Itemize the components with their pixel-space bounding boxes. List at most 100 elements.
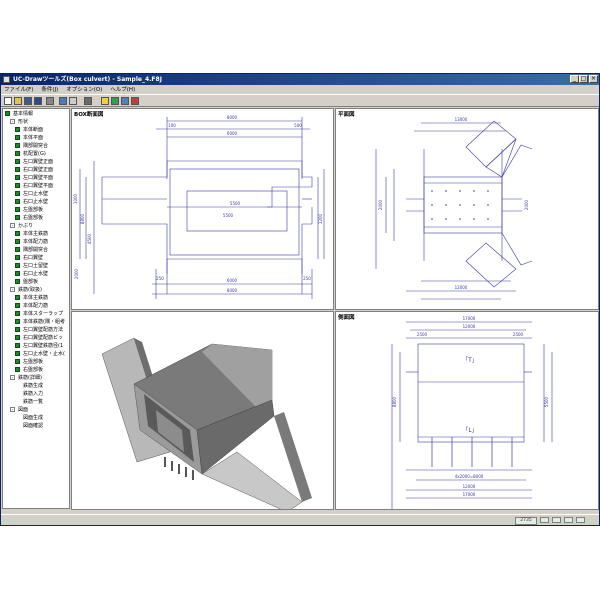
check-icon bbox=[15, 263, 20, 268]
check-icon bbox=[15, 319, 20, 324]
expand-icon[interactable]: - bbox=[10, 223, 15, 228]
status-bar: 2735 bbox=[1, 514, 599, 525]
tree-item-label: 鉄筋一覧 bbox=[23, 399, 44, 405]
tree-item-label: 右口翼壁正面 bbox=[23, 167, 54, 173]
close-button[interactable]: × bbox=[589, 75, 598, 83]
save-icon[interactable] bbox=[24, 97, 32, 105]
grid-icon[interactable] bbox=[69, 97, 77, 105]
check-icon bbox=[15, 359, 20, 364]
window-title: UC-Drawツールズ(Box culvert) - Sample_4.F8J bbox=[13, 76, 162, 83]
new-file-icon[interactable] bbox=[4, 97, 12, 105]
open-file-icon[interactable] bbox=[14, 97, 22, 105]
toolbar bbox=[1, 94, 599, 107]
tree-item-label: 右口翼壁平面 bbox=[23, 183, 54, 189]
side-view-pane[interactable]: 側面図 17000 12000 2500 2500 8800 5500 「T」 … bbox=[335, 311, 599, 510]
dim-side-a: 1000 bbox=[73, 193, 78, 204]
check-icon bbox=[15, 255, 20, 260]
tree-item-label: 左口翼壁配筋方法 bbox=[23, 327, 64, 333]
expand-icon[interactable]: - bbox=[10, 287, 15, 292]
3d-view-pane[interactable] bbox=[71, 311, 334, 510]
check-icon bbox=[15, 167, 20, 172]
side-drawing: 17000 12000 2500 2500 8800 5500 「T」 「L」 … bbox=[391, 316, 553, 509]
minimize-button[interactable]: _ bbox=[570, 75, 579, 83]
plan-view-pane[interactable]: 平面図 13000 2000 2000 12000 bbox=[335, 108, 599, 310]
tree-item-label: 左口翼壁正面 bbox=[23, 159, 54, 165]
tree-item-label: 左口止水壁 bbox=[23, 191, 49, 197]
tree-item-label: 盤部板 bbox=[23, 279, 39, 285]
dim-top-a: 100 bbox=[168, 123, 176, 128]
expand-icon[interactable]: - bbox=[10, 375, 15, 380]
input-tree[interactable]: 基本情報 - 形状 本体断面 本体平面 隅部開突合 杭配置(G) 左口翼壁正面 右口翼壁正面 左口… bbox=[2, 108, 70, 509]
tree-item-label: かぶり bbox=[18, 223, 34, 229]
check-icon bbox=[15, 231, 20, 236]
status-value: 2735 bbox=[515, 517, 537, 525]
draw-icon[interactable] bbox=[111, 97, 119, 105]
dim-top-b: 500 bbox=[294, 123, 302, 128]
check-icon bbox=[15, 295, 20, 300]
dim-bottom-width: 6000 bbox=[227, 278, 238, 283]
tree-item-label: 鉄筋入力 bbox=[23, 391, 44, 397]
dim-foot-b: 250 bbox=[303, 276, 311, 281]
plan-dim-right: 2000 bbox=[524, 199, 529, 210]
status-box-4 bbox=[576, 517, 585, 523]
status-box-3 bbox=[564, 517, 573, 523]
side-dim-top-total: 17000 bbox=[463, 316, 476, 321]
tree-item-label: 右口翼壁配筋ピッ bbox=[23, 335, 64, 341]
check-icon bbox=[15, 183, 20, 188]
dim-bottom-total: 8000 bbox=[227, 288, 238, 293]
section-view-pane[interactable]: BOX断面図 8000 100 500 6000 5500 8800 2000 … bbox=[71, 108, 334, 310]
app-icon bbox=[3, 76, 10, 83]
dim-side-c: 2000 bbox=[74, 268, 79, 279]
view-icon[interactable] bbox=[59, 97, 67, 105]
tree-item-label: 左口土留壁 bbox=[23, 263, 49, 269]
check-icon bbox=[15, 239, 20, 244]
tree-item-label: 右口止水壁 bbox=[23, 199, 49, 205]
tree-item-label: 右口翼壁 bbox=[23, 255, 44, 261]
tree-item-label: 右口止水壁 bbox=[23, 271, 49, 277]
status-box-1 bbox=[540, 517, 549, 523]
tree-item-label: 右盤部板 bbox=[23, 367, 44, 373]
plan-dim-left: 2000 bbox=[378, 199, 383, 210]
check-icon bbox=[15, 271, 20, 276]
check-icon bbox=[15, 159, 20, 164]
maximize-button[interactable]: □ bbox=[579, 75, 588, 83]
tree-item-label: 本体鉄筋(隅・組考 bbox=[23, 319, 65, 325]
check-icon bbox=[15, 303, 20, 308]
dim-top-c: 6000 bbox=[227, 131, 238, 136]
status-box-2 bbox=[552, 517, 561, 523]
help-icon[interactable] bbox=[101, 97, 109, 105]
window-icon[interactable] bbox=[121, 97, 129, 105]
menu-bar: ファイル(F) 条件(J) オプション(O) ヘルプ(H) bbox=[1, 85, 599, 94]
dim-side-b: 4500 bbox=[87, 233, 92, 244]
dim-inner-height: 5500 bbox=[223, 213, 234, 218]
dim-right-height: 1200 bbox=[318, 213, 323, 224]
check-icon bbox=[15, 343, 20, 348]
title-bar[interactable]: UC-Drawツールズ(Box culvert) - Sample_4.F8J … bbox=[1, 74, 599, 85]
check-icon bbox=[15, 327, 20, 332]
tree-item-label: 隅部開突合 bbox=[23, 143, 49, 149]
tree-item-label: 本体断面 bbox=[23, 127, 44, 133]
expand-icon[interactable]: - bbox=[10, 407, 15, 412]
check-icon bbox=[15, 127, 20, 132]
dim-top-total: 8000 bbox=[227, 115, 238, 120]
export-icon[interactable] bbox=[131, 97, 139, 105]
tree-item-label: 本体主鉄筋 bbox=[23, 295, 49, 301]
tree-item-label: 図面確認 bbox=[23, 423, 44, 429]
tree-item-label: 本体配力筋 bbox=[23, 303, 49, 309]
side-label-top: 「T」 bbox=[462, 357, 478, 364]
print-icon[interactable] bbox=[46, 97, 54, 105]
check-icon bbox=[15, 191, 20, 196]
side-dim-bottom-a: 4x2000=8000 bbox=[455, 474, 484, 479]
check-icon bbox=[15, 215, 20, 220]
tree-item-label: 隅部開突合 bbox=[23, 247, 49, 253]
tree-item-label: 左口止水壁・止水( bbox=[23, 351, 65, 357]
plan-dim-mid: 12000 bbox=[455, 285, 468, 290]
config-icon[interactable] bbox=[84, 97, 92, 105]
check-icon bbox=[15, 335, 20, 340]
side-label-bottom: 「L」 bbox=[462, 427, 477, 434]
tree-item-label: 本体平面 bbox=[23, 135, 44, 141]
save-as-icon[interactable] bbox=[34, 97, 42, 105]
expand-icon[interactable]: - bbox=[10, 119, 15, 124]
dim-left-height: 8800 bbox=[80, 213, 85, 224]
tree-item-label: 鉄筋(詳細) bbox=[18, 375, 42, 381]
